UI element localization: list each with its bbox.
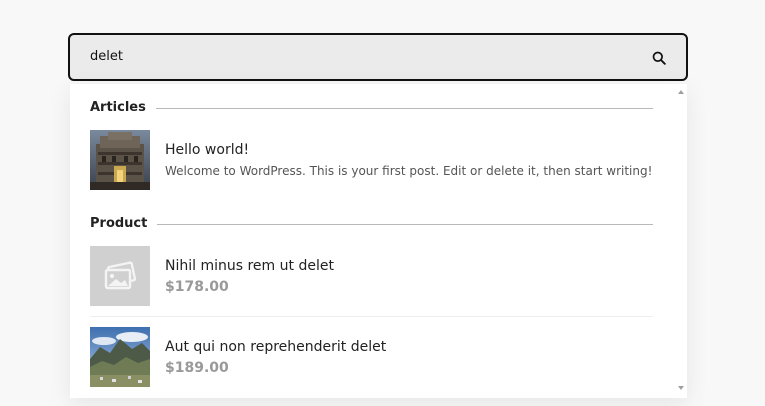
result-item-article[interactable]: Hello world! Welcome to WordPress. This … — [90, 130, 653, 190]
section-title: Product — [90, 215, 158, 233]
search-bar[interactable] — [68, 33, 688, 81]
search-icon[interactable] — [652, 51, 666, 65]
result-thumbnail — [90, 246, 150, 306]
result-thumbnail — [90, 327, 150, 387]
result-title[interactable]: Nihil minus rem ut delet — [165, 258, 334, 274]
result-title[interactable]: Aut qui non reprehenderit delet — [165, 339, 386, 355]
result-price: $189.00 — [165, 360, 229, 376]
search-results-dropdown: Articles Hello world! Welcome to WordPre… — [70, 84, 687, 398]
temple-photo-icon — [90, 130, 150, 190]
scroll-down-arrow-icon[interactable] — [678, 386, 684, 390]
scroll-up-arrow-icon[interactable] — [678, 90, 684, 94]
section-divider — [90, 224, 653, 225]
section-header-product: Product — [90, 215, 653, 233]
section-title: Articles — [90, 99, 156, 117]
result-thumbnail — [90, 130, 150, 190]
result-price: $178.00 — [165, 279, 229, 295]
dropdown-scrollbar[interactable] — [675, 86, 687, 394]
placeholder-image-icon — [90, 246, 150, 306]
section-header-articles: Articles — [90, 99, 653, 117]
result-excerpt: Welcome to WordPress. This is your first… — [165, 164, 653, 178]
mountain-photo-icon — [90, 327, 150, 387]
section-divider — [90, 108, 653, 109]
row-divider — [90, 316, 653, 317]
result-item-product[interactable]: Aut qui non reprehenderit delet $189.00 — [90, 327, 653, 387]
result-title[interactable]: Hello world! — [165, 142, 249, 158]
search-input[interactable] — [90, 35, 630, 79]
result-item-product[interactable]: Nihil minus rem ut delet $178.00 — [90, 246, 653, 306]
